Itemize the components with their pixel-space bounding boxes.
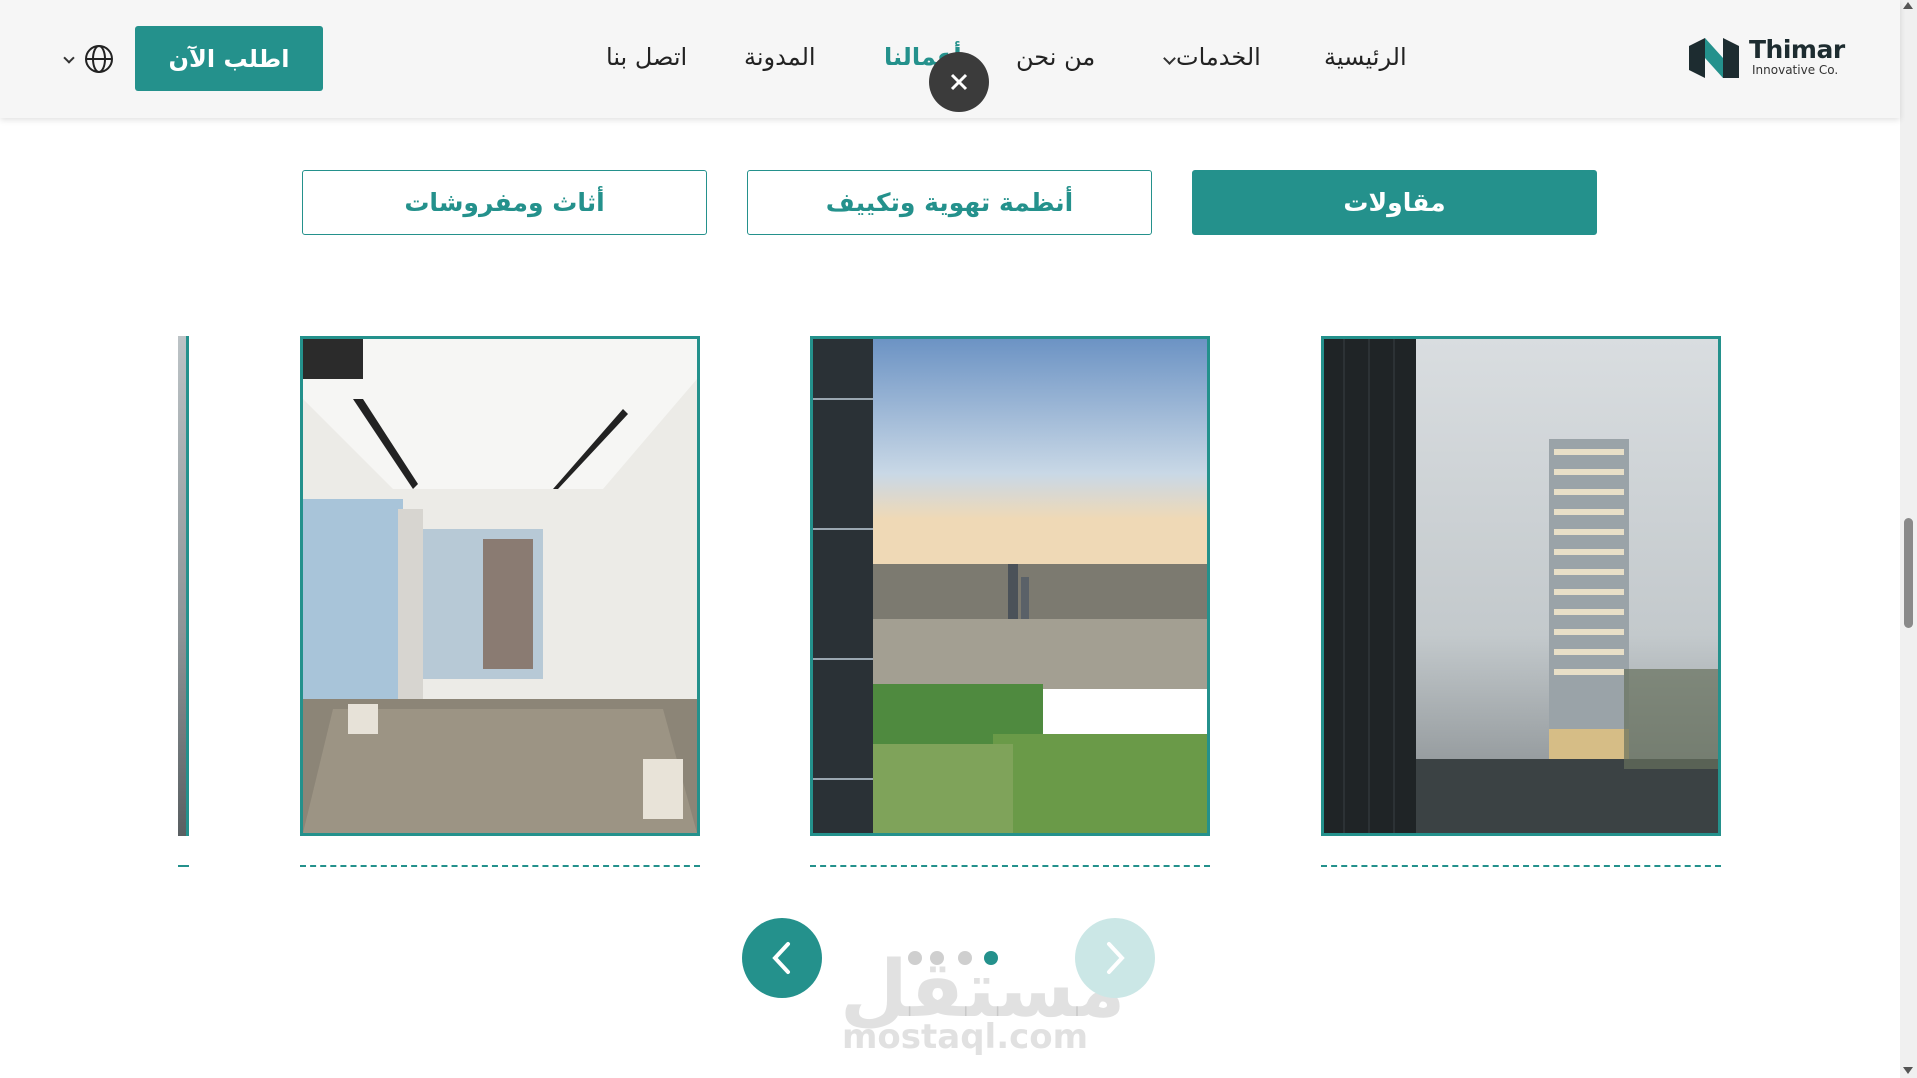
nav-blog[interactable]: المدونة — [744, 43, 816, 71]
chevron-left-icon — [772, 942, 790, 974]
nav-contact[interactable]: اتصل بنا — [606, 43, 687, 71]
card-divider — [1321, 865, 1721, 867]
language-chevron-icon[interactable] — [63, 52, 75, 64]
filter-hvac[interactable]: أنظمة تهوية وتكييف — [747, 170, 1152, 235]
project-card-interior[interactable] — [300, 336, 700, 836]
project-card-tower[interactable] — [1321, 336, 1721, 836]
tower-render-image — [1324, 339, 1718, 833]
city-view-image — [813, 339, 1207, 833]
chevron-right-icon — [1107, 942, 1125, 974]
project-card-city[interactable] — [810, 336, 1210, 836]
nav-home[interactable]: الرئيسية — [1324, 43, 1407, 71]
order-now-button[interactable]: اطلب الآن — [135, 26, 323, 91]
scroll-down-icon[interactable] — [1903, 1067, 1913, 1074]
scroll-thumb[interactable] — [1904, 518, 1913, 628]
brand-logo[interactable]: Thimar Innovative Co. — [1689, 33, 1849, 85]
carousel-next-button[interactable] — [1075, 918, 1155, 998]
filter-furniture[interactable]: أثاث ومفروشات — [302, 170, 707, 235]
nav-about[interactable]: من نحن — [1016, 43, 1095, 71]
close-icon — [950, 73, 968, 91]
carousel-dot[interactable] — [908, 951, 922, 965]
brand-tagline: Innovative Co. — [1752, 63, 1839, 77]
nav-services[interactable]: الخدمات — [1176, 43, 1261, 71]
brand-name: Thimar — [1749, 35, 1845, 64]
globe-icon[interactable] — [84, 44, 114, 74]
watermark-latin: mostaql.com — [842, 1017, 1089, 1057]
filter-contracting[interactable]: مقاولات — [1192, 170, 1597, 235]
interior-image — [303, 339, 697, 833]
close-button[interactable] — [929, 52, 989, 112]
card-divider — [810, 865, 1210, 867]
chevron-down-icon[interactable] — [1163, 52, 1176, 65]
card-divider — [300, 865, 700, 867]
carousel-dot-active[interactable] — [984, 951, 998, 965]
carousel-prev-button[interactable] — [742, 918, 822, 998]
page-scrollbar[interactable] — [1900, 0, 1917, 1078]
carousel-dot[interactable] — [958, 951, 972, 965]
card-divider — [178, 865, 189, 867]
logo-mark-icon — [1689, 38, 1739, 78]
scroll-up-icon[interactable] — [1903, 2, 1913, 9]
carousel-dot[interactable] — [930, 951, 944, 965]
nav-services-label: الخدمات — [1176, 43, 1261, 71]
project-card-partial[interactable] — [178, 336, 189, 836]
